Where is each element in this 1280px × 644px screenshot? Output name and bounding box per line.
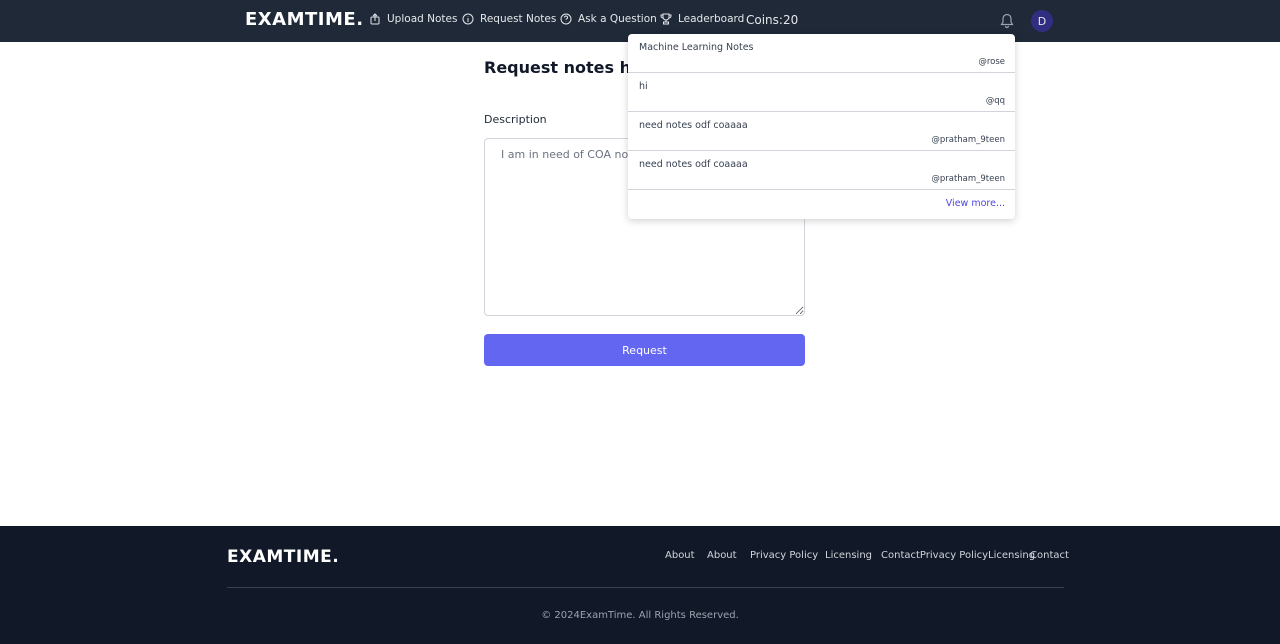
dropdown-item-title: need notes odf coaaaa xyxy=(639,120,748,131)
footer-link-contact[interactable]: Contact xyxy=(1030,550,1069,561)
nav-leaderboard[interactable]: Leaderboard xyxy=(660,13,744,25)
dropdown-item-title: need notes odf coaaaa xyxy=(639,159,748,170)
bell-icon[interactable] xyxy=(1000,13,1014,29)
nav-request-notes[interactable]: Request Notes xyxy=(462,13,556,25)
nav-upload-notes-label: Upload Notes xyxy=(387,13,458,25)
footer-link-licensing[interactable]: Licensing xyxy=(825,550,872,561)
dropdown-item[interactable]: hi @qq xyxy=(628,73,1015,112)
dropdown-item-user: @rose xyxy=(978,57,1005,67)
footer-link-about[interactable]: About xyxy=(665,550,695,561)
dropdown-item[interactable]: need notes odf coaaaa @pratham_9teen xyxy=(628,151,1015,190)
footer-link-about[interactable]: About xyxy=(707,550,737,561)
dropdown-item[interactable]: Machine Learning Notes @rose xyxy=(628,34,1015,73)
dropdown-item-user: @pratham_9teen xyxy=(931,135,1005,145)
info-icon xyxy=(462,13,474,25)
footer-divider xyxy=(227,587,1064,588)
site-logo[interactable]: EXAMTIME. xyxy=(245,9,364,30)
dropdown-item-user: @pratham_9teen xyxy=(931,174,1005,184)
footer-link-privacy-policy[interactable]: Privacy Policy xyxy=(750,550,818,561)
description-label: Description xyxy=(484,113,547,126)
footer-logo[interactable]: EXAMTIME. xyxy=(227,547,339,567)
question-icon xyxy=(560,13,572,25)
view-more-link[interactable]: View more... xyxy=(946,198,1005,209)
notifications-dropdown: Machine Learning Notes @rose hi @qq need… xyxy=(628,34,1015,219)
dropdown-item-user: @qq xyxy=(985,96,1005,106)
nav-ask-question-label: Ask a Question xyxy=(578,13,657,25)
dropdown-item[interactable]: need notes odf coaaaa @pratham_9teen xyxy=(628,112,1015,151)
footer-link-contact-combined[interactable]: ContactPrivacy PolicyLicensing xyxy=(881,550,1035,561)
user-avatar[interactable]: D xyxy=(1031,10,1053,32)
request-button[interactable]: Request xyxy=(484,334,805,366)
nav-request-notes-label: Request Notes xyxy=(480,13,557,25)
dropdown-item-title: hi xyxy=(639,81,648,92)
nav-ask-question[interactable]: Ask a Question xyxy=(560,13,657,25)
upload-icon xyxy=(370,13,380,25)
footer: EXAMTIME. About About Privacy Policy Lic… xyxy=(0,526,1280,644)
coins-counter: Coins:20 xyxy=(746,13,799,27)
dropdown-item-title: Machine Learning Notes xyxy=(639,42,754,53)
trophy-icon xyxy=(660,13,672,25)
copyright-text: © 2024ExamTime. All Rights Reserved. xyxy=(541,610,739,621)
nav-upload-notes[interactable]: Upload Notes xyxy=(369,13,457,25)
nav-leaderboard-label: Leaderboard xyxy=(678,13,745,25)
